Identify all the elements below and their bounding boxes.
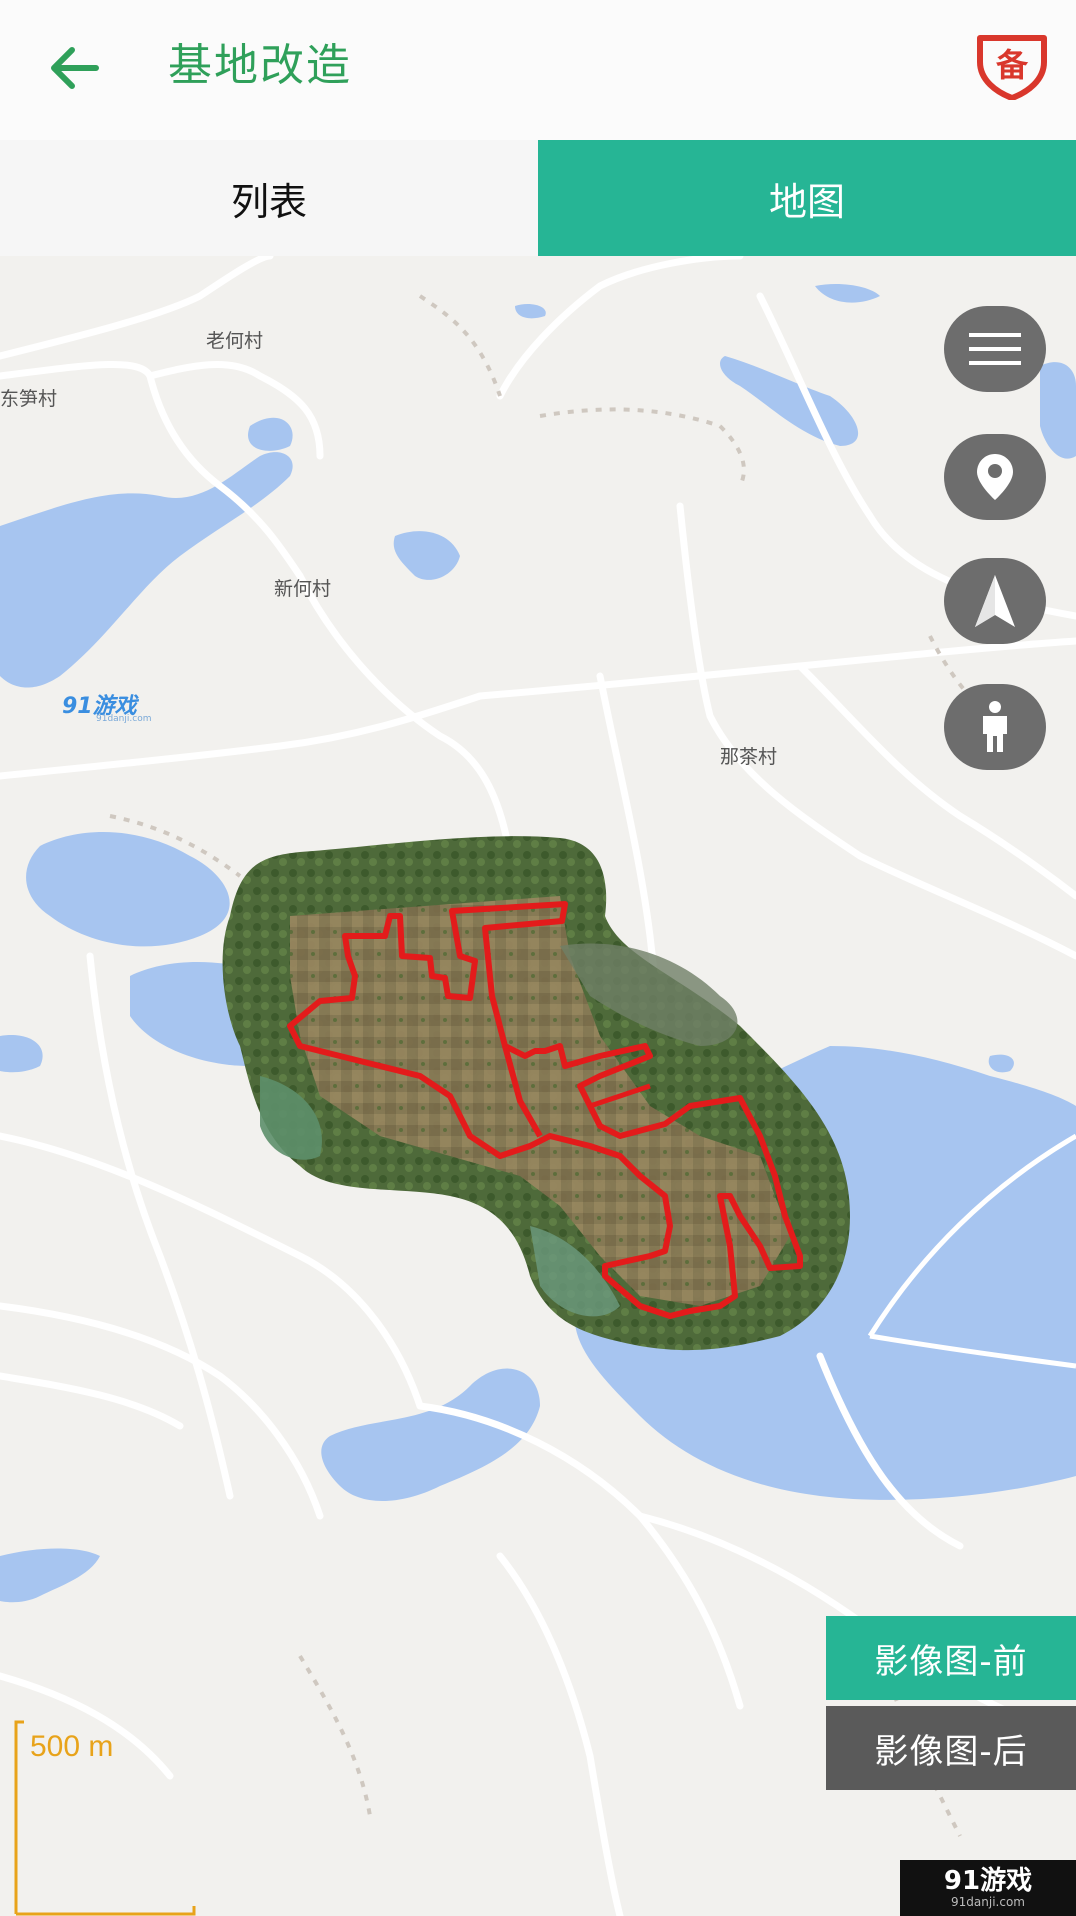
- corner-watermark-sub: 91danji.com: [951, 1895, 1025, 1909]
- place-label: 老何村: [206, 330, 264, 352]
- tab-list[interactable]: 列表: [0, 140, 538, 256]
- arrow-left-icon: [51, 47, 99, 89]
- menu-button[interactable]: [944, 306, 1046, 392]
- map-watermark-sub: 91danji.com: [96, 714, 152, 724]
- place-label: 那茶村: [720, 746, 778, 768]
- corner-watermark: 91游戏 91danji.com: [900, 1860, 1076, 1916]
- imagery-after-button[interactable]: 影像图-后: [826, 1706, 1076, 1790]
- page-title: 基地改造: [168, 40, 352, 91]
- app-header: 基地改造 备: [0, 0, 1076, 140]
- menu-icon: [969, 333, 1021, 365]
- location-button[interactable]: [944, 434, 1046, 520]
- view-tabs: 列表 地图: [0, 140, 1076, 256]
- svg-text:备: 备: [996, 46, 1029, 84]
- navigation-arrow-icon: [975, 575, 1015, 627]
- location-pin-icon: [977, 454, 1013, 500]
- back-button[interactable]: [44, 36, 108, 100]
- tab-map[interactable]: 地图: [538, 140, 1076, 256]
- navigation-button[interactable]: [944, 558, 1046, 644]
- place-label: 东笋村: [0, 388, 58, 410]
- shield-bei-icon: 备: [977, 35, 1047, 101]
- scale-label: 500 m: [30, 1730, 114, 1763]
- record-badge-button[interactable]: 备: [972, 28, 1052, 101]
- person-button[interactable]: [944, 684, 1046, 770]
- imagery-before-button[interactable]: 影像图-前: [826, 1616, 1076, 1700]
- person-icon: [983, 701, 1007, 752]
- corner-watermark-main: 91游戏: [943, 1866, 1033, 1896]
- place-label: 新何村: [274, 578, 332, 600]
